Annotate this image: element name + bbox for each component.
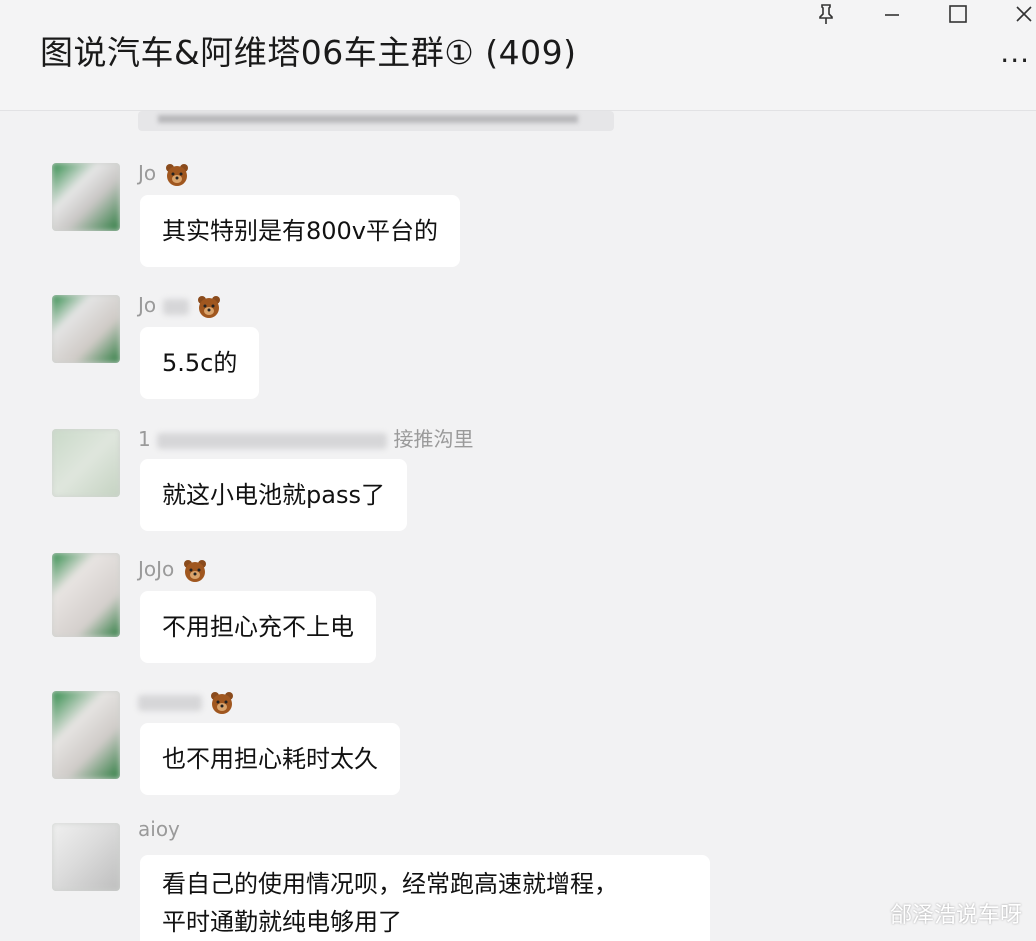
sender-name-text: aioy [138, 817, 180, 841]
chat-title: 图说汽车&阿维塔06车主群① (409) [40, 33, 577, 72]
bear-face-icon [165, 163, 188, 186]
avatar[interactable] [52, 553, 120, 637]
sender-name-text: 1 [138, 427, 151, 451]
avatar[interactable] [52, 295, 120, 363]
avatar[interactable] [52, 823, 120, 891]
maximize-icon[interactable] [938, 0, 978, 28]
avatar[interactable] [52, 163, 120, 231]
sender-name-suffix: 接推沟里 [393, 427, 474, 451]
blurred-text [157, 432, 388, 449]
close-icon[interactable] [1004, 0, 1036, 28]
watermark: 郃泽浩说车呀 [889, 903, 1022, 928]
sender-name: Jo [138, 161, 189, 187]
blurred-text [162, 298, 189, 315]
more-options-button[interactable]: ··· [1000, 44, 1030, 77]
bear-face-icon [211, 691, 234, 714]
message-bubble[interactable]: 也不用担心耗时太久 [140, 723, 400, 795]
message-bubble[interactable]: 其实特别是有800v平台的 [140, 195, 461, 267]
avatar[interactable] [52, 429, 120, 497]
sender-name-text: Jo [138, 161, 157, 185]
message-line: 看自己的使用情况呗，经常跑高速就增程， [162, 870, 618, 898]
message-bubble[interactable]: 就这小电池就pass了 [140, 459, 407, 531]
sender-name: aioy [138, 817, 180, 841]
bear-face-icon [197, 295, 220, 318]
pin-icon[interactable] [806, 0, 846, 28]
avatar[interactable] [52, 691, 120, 779]
sender-name: Jo [138, 293, 221, 319]
sender-name: JoJo [138, 557, 207, 583]
bear-face-icon [183, 559, 206, 582]
blurred-text [138, 694, 202, 711]
message-list[interactable]: Jo 其实特别是有800v平台的 Jo 5.5c的 1 接推沟里 就这小电池就p… [0, 111, 1036, 941]
sender-name: 1 接推沟里 [138, 423, 473, 452]
previous-message-fragment [138, 111, 614, 131]
sender-name-text: JoJo [138, 557, 175, 581]
message-line: 平时通勤就纯电够用了 [162, 908, 402, 936]
message-bubble[interactable]: 不用担心充不上电 [140, 591, 376, 663]
title-bar: 图说汽车&阿维塔06车主群① (409) ··· [0, 0, 1036, 111]
sender-name-text: Jo [138, 293, 157, 317]
message-bubble[interactable]: 5.5c的 [140, 327, 260, 399]
minimize-icon[interactable] [872, 0, 912, 28]
message-bubble[interactable]: 看自己的使用情况呗，经常跑高速就增程， 平时通勤就纯电够用了 [140, 855, 710, 941]
sender-name [138, 689, 234, 715]
